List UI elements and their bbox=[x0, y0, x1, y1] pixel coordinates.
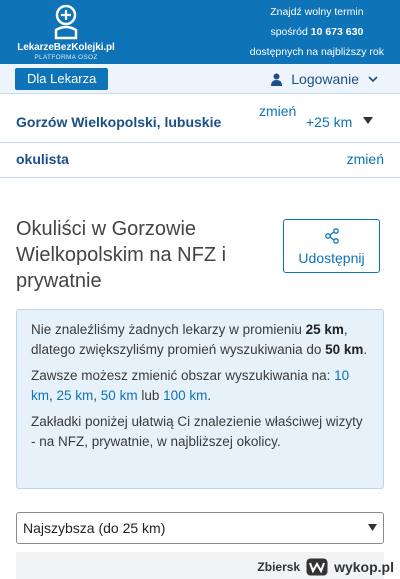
change-location-link[interactable]: zmień bbox=[259, 103, 296, 119]
top-header: LekarzeBezKolejki.pl PLATFORMA OSOZ Znaj… bbox=[0, 0, 400, 64]
share-label: Udostępnij bbox=[298, 250, 365, 266]
watermark-brand: wykop.pl bbox=[334, 559, 394, 575]
info-text: . bbox=[207, 387, 212, 403]
logo-text: LekarzeBezKolejki.pl bbox=[17, 42, 115, 53]
select-arrow-icon bbox=[368, 524, 377, 531]
login-label: Logowanie bbox=[291, 71, 359, 87]
logo-subtitle: PLATFORMA OSOZ bbox=[34, 54, 98, 61]
location-row[interactable]: Gorzów Wielkopolski, lubuskie zmień +25 … bbox=[0, 95, 400, 143]
chevron-down-icon bbox=[368, 75, 378, 82]
change-specialty-link[interactable]: zmień bbox=[347, 151, 384, 167]
radius-link-100km[interactable]: 100 km bbox=[163, 388, 207, 403]
sort-select[interactable]: Najszybsza (do 25 km) bbox=[16, 512, 384, 544]
login-menu[interactable]: Logowanie bbox=[271, 68, 378, 90]
watermark: Zbiersk wykop.pl bbox=[257, 556, 394, 578]
watermark-user: Zbiersk bbox=[257, 560, 301, 574]
radius-link-50km[interactable]: 50 km bbox=[101, 388, 138, 403]
page-title: Okuliści w Gorzowie Wielkopolskim na NFZ… bbox=[16, 218, 227, 292]
info-text: , bbox=[49, 387, 57, 403]
share-button[interactable]: Udostępnij bbox=[283, 219, 380, 273]
radius-link-25km[interactable]: 25 km bbox=[57, 388, 94, 403]
promo-line-1: Znajdź wolny termin bbox=[270, 6, 364, 18]
radius-dropdown-icon[interactable] bbox=[363, 117, 373, 124]
specialty-row[interactable]: okulista zmień bbox=[0, 143, 400, 178]
promo-line-2: spośród 10 673 630 bbox=[250, 22, 384, 42]
info-paragraph-2: Zawsze możesz zmienić obszar wyszukiwani… bbox=[31, 366, 369, 405]
promo-text: Znajdź wolny termin spośród 10 673 630 d… bbox=[250, 2, 384, 62]
logo-icon bbox=[54, 4, 78, 40]
share-icon bbox=[325, 228, 339, 244]
promo-prefix: spośród bbox=[270, 26, 308, 38]
radius-select[interactable]: +25 km bbox=[306, 114, 352, 130]
nav-bar: Dla Lekarza Logowanie bbox=[0, 64, 400, 94]
info-paragraph-3: Zakładki poniżej ułatwią Ci znalezienie … bbox=[31, 414, 363, 449]
info-text: Zawsze możesz zmienić obszar wyszukiwani… bbox=[31, 368, 335, 383]
specialty-label: okulista bbox=[16, 151, 69, 167]
sort-selected-value: Najszybsza (do 25 km) bbox=[23, 520, 166, 536]
info-radius-extended: 50 km bbox=[325, 341, 364, 357]
location-label: Gorzów Wielkopolski, lubuskie bbox=[16, 114, 222, 130]
wykop-logo-icon bbox=[306, 558, 328, 576]
site-logo[interactable]: LekarzeBezKolejki.pl PLATFORMA OSOZ bbox=[12, 2, 120, 62]
promo-line-3: dostępnych na najbliższy rok bbox=[249, 46, 384, 58]
dla-lekarza-button[interactable]: Dla Lekarza bbox=[15, 68, 109, 90]
info-paragraph-1: Nie znaleźliśmy żadnych lekarzy w promie… bbox=[31, 320, 369, 359]
info-text: , bbox=[93, 387, 101, 403]
user-icon bbox=[271, 73, 283, 86]
promo-count: 10 673 630 bbox=[310, 26, 364, 38]
info-radius-original: 25 km bbox=[305, 322, 344, 337]
info-text: Nie znaleźliśmy żadnych lekarzy w promie… bbox=[31, 322, 306, 337]
info-text: lub bbox=[137, 387, 164, 403]
info-notice: Nie znaleźliśmy żadnych lekarzy w promie… bbox=[16, 309, 384, 489]
info-text: . bbox=[363, 341, 368, 357]
